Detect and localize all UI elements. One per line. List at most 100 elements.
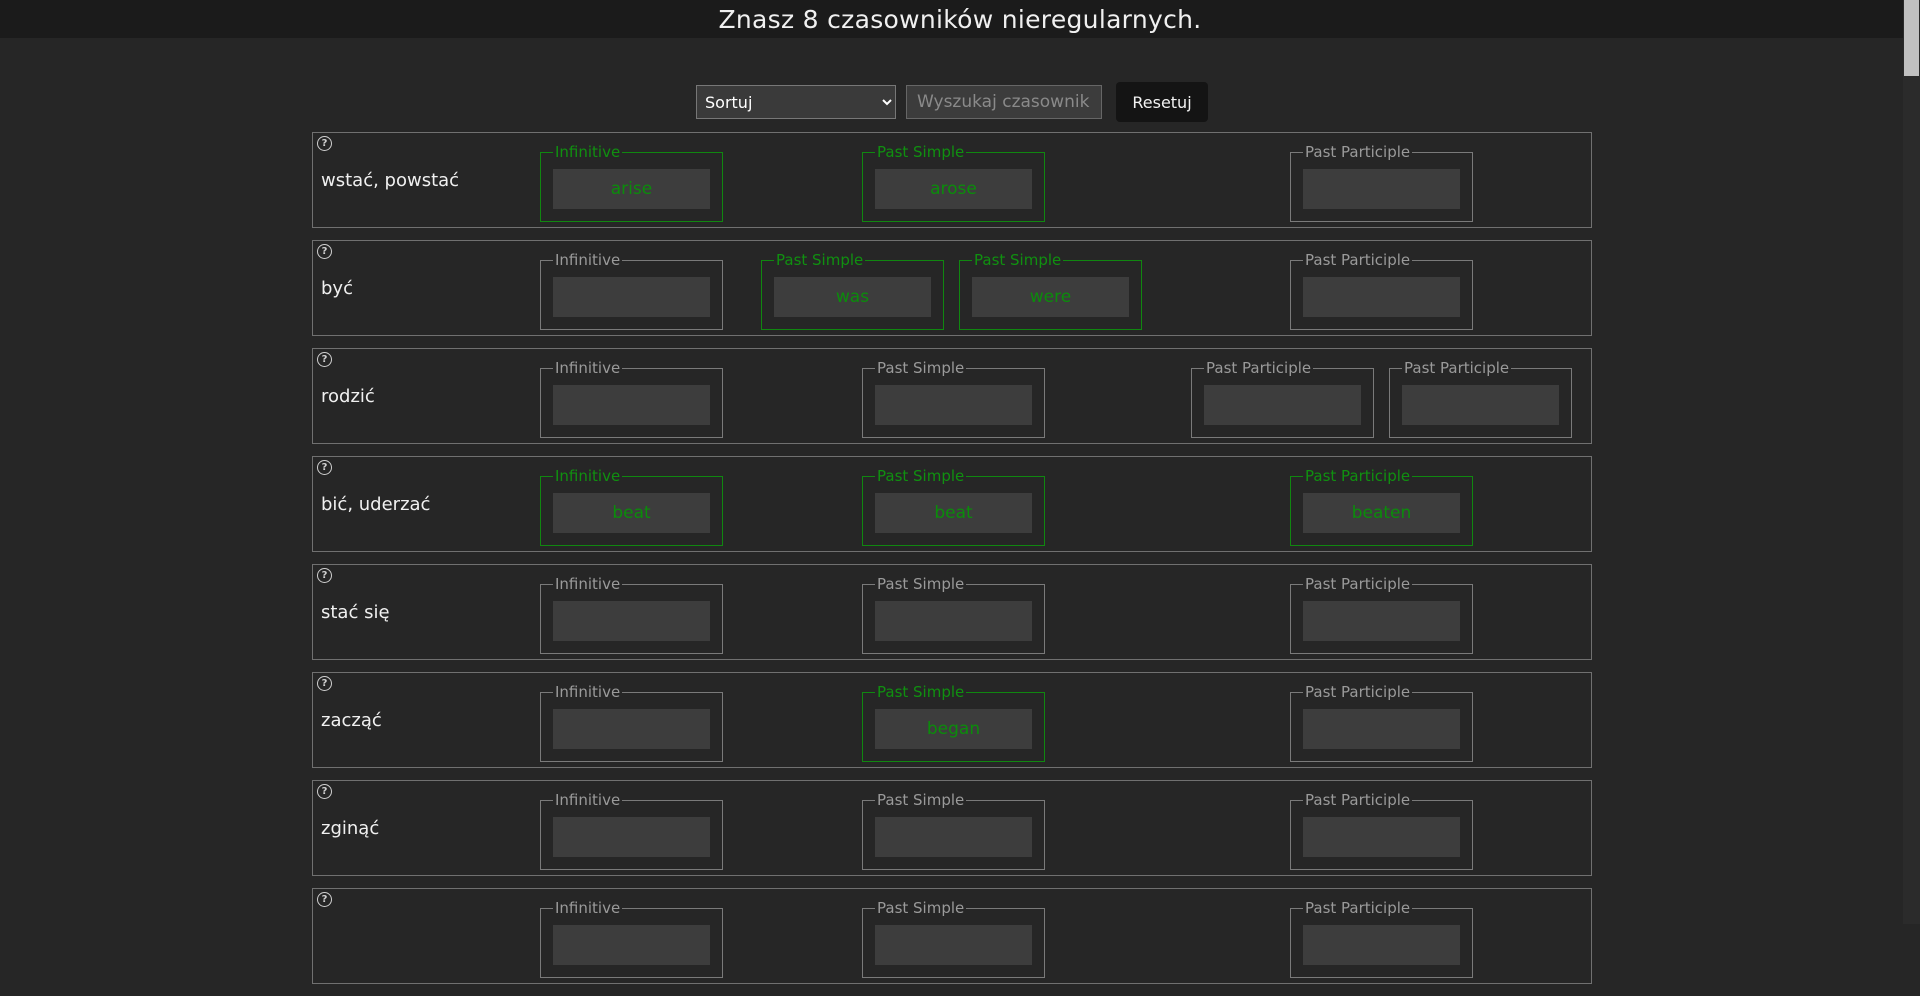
verb-row: ? być Infinitive Past Simple Past Simple Past…: [312, 240, 1592, 336]
help-icon[interactable]: ?: [317, 352, 332, 367]
past-simple-label: Past Simple: [875, 899, 967, 917]
verb-row: ? wstać, powstać Infinitive Past Simple Past…: [312, 132, 1592, 228]
past-participle-label: Past Participle: [1303, 791, 1413, 809]
help-icon[interactable]: ?: [317, 892, 332, 907]
past-simple-label: Past Simple: [875, 575, 967, 593]
past-participle-field: Past Participle: [1290, 143, 1473, 222]
infinitive-label: Infinitive: [553, 359, 623, 377]
past-participle-label: Past Participle: [1303, 899, 1413, 917]
past-participle-field: Past Participle: [1290, 899, 1473, 978]
verb-meaning: bić, uderzać: [321, 494, 431, 515]
past-participle-input[interactable]: [1303, 493, 1460, 533]
infinitive-input[interactable]: [553, 385, 710, 425]
infinitive-field: Infinitive: [540, 467, 723, 546]
help-icon[interactable]: ?: [317, 460, 332, 475]
verb-row: ? zacząć Infinitive Past Simple Past Partici…: [312, 672, 1592, 768]
past-simple-input[interactable]: [875, 493, 1032, 533]
help-icon[interactable]: ?: [317, 784, 332, 799]
infinitive-input[interactable]: [553, 817, 710, 857]
infinitive-input[interactable]: [553, 169, 710, 209]
past-participle-input[interactable]: [1204, 385, 1361, 425]
past-simple-label: Past Simple: [875, 467, 967, 485]
past-participle-label: Past Participle: [1303, 143, 1413, 161]
past-simple-field: Past Simple: [862, 575, 1045, 654]
past-participle-field: Past Participle: [1389, 359, 1572, 438]
help-icon[interactable]: ?: [317, 676, 332, 691]
past-simple-input[interactable]: [972, 277, 1129, 317]
past-simple-field: Past Simple: [862, 359, 1045, 438]
infinitive-label: Infinitive: [553, 899, 623, 917]
help-icon[interactable]: ?: [317, 244, 332, 259]
infinitive-input[interactable]: [553, 709, 710, 749]
past-participle-label: Past Participle: [1303, 467, 1413, 485]
verb-row: ? stać się Infinitive Past Simple Past Parti…: [312, 564, 1592, 660]
infinitive-field: Infinitive: [540, 251, 723, 330]
past-simple-label: Past Simple: [875, 683, 967, 701]
past-participle-field: Past Participle: [1191, 359, 1374, 438]
past-simple-input[interactable]: [875, 169, 1032, 209]
past-simple-input[interactable]: [774, 277, 931, 317]
past-participle-label: Past Participle: [1303, 683, 1413, 701]
past-participle-input[interactable]: [1402, 385, 1559, 425]
past-participle-label: Past Participle: [1204, 359, 1314, 377]
past-simple-input[interactable]: [875, 925, 1032, 965]
search-input[interactable]: [906, 85, 1102, 119]
scrollbar-thumb[interactable]: [1904, 0, 1919, 76]
past-simple-input[interactable]: [875, 385, 1032, 425]
past-simple-label: Past Simple: [875, 359, 967, 377]
past-simple-label: Past Simple: [972, 251, 1064, 269]
infinitive-input[interactable]: [553, 277, 710, 317]
reset-button[interactable]: Resetuj: [1116, 82, 1208, 122]
help-icon[interactable]: ?: [317, 568, 332, 583]
past-participle-field: Past Participle: [1290, 575, 1473, 654]
past-participle-input[interactable]: [1303, 601, 1460, 641]
past-simple-input[interactable]: [875, 709, 1032, 749]
infinitive-label: Infinitive: [553, 467, 623, 485]
help-icon[interactable]: ?: [317, 136, 332, 151]
past-participle-field: Past Participle: [1290, 683, 1473, 762]
infinitive-field: Infinitive: [540, 575, 723, 654]
past-simple-field: Past Simple: [862, 791, 1045, 870]
page-title: Znasz 8 czasowników nieregularnych.: [718, 5, 1202, 34]
past-participle-input[interactable]: [1303, 709, 1460, 749]
past-participle-field: Past Participle: [1290, 467, 1473, 546]
verb-row: ? rodzić Infinitive Past Simple Past Partici…: [312, 348, 1592, 444]
infinitive-label: Infinitive: [553, 575, 623, 593]
past-participle-label: Past Participle: [1303, 575, 1413, 593]
verb-meaning: wstać, powstać: [321, 170, 460, 191]
verb-meaning: zginąć: [321, 818, 380, 839]
past-simple-field: Past Simple: [761, 251, 944, 330]
past-simple-field: Past Simple: [862, 143, 1045, 222]
infinitive-input[interactable]: [553, 925, 710, 965]
past-participle-input[interactable]: [1303, 925, 1460, 965]
past-participle-label: Past Participle: [1402, 359, 1512, 377]
verb-meaning: być: [321, 278, 353, 299]
verb-row: ? bić, uderzać Infinitive Past Simple Past P…: [312, 456, 1592, 552]
infinitive-label: Infinitive: [553, 143, 623, 161]
past-simple-label: Past Simple: [875, 143, 967, 161]
sort-select[interactable]: Sortuj: [696, 85, 896, 119]
infinitive-input[interactable]: [553, 601, 710, 641]
past-participle-field: Past Participle: [1290, 251, 1473, 330]
infinitive-label: Infinitive: [553, 791, 623, 809]
past-simple-input[interactable]: [875, 817, 1032, 857]
verb-row: ? Infinitive Past Simple Past Participle: [312, 888, 1592, 984]
verb-row: ? zginąć Infinitive Past Simple Past Partici…: [312, 780, 1592, 876]
infinitive-label: Infinitive: [553, 251, 623, 269]
past-participle-input[interactable]: [1303, 169, 1460, 209]
past-participle-input[interactable]: [1303, 277, 1460, 317]
past-participle-field: Past Participle: [1290, 791, 1473, 870]
infinitive-label: Infinitive: [553, 683, 623, 701]
infinitive-field: Infinitive: [540, 791, 723, 870]
scrollbar[interactable]: [1903, 0, 1920, 924]
past-simple-field: Past Simple: [862, 683, 1045, 762]
verb-meaning: zacząć: [321, 710, 382, 731]
infinitive-input[interactable]: [553, 493, 710, 533]
past-participle-input[interactable]: [1303, 817, 1460, 857]
verb-meaning: rodzić: [321, 386, 375, 407]
past-simple-input[interactable]: [875, 601, 1032, 641]
past-simple-field: Past Simple: [862, 899, 1045, 978]
verb-meaning: stać się: [321, 602, 390, 623]
past-simple-label: Past Simple: [875, 791, 967, 809]
past-simple-label: Past Simple: [774, 251, 866, 269]
